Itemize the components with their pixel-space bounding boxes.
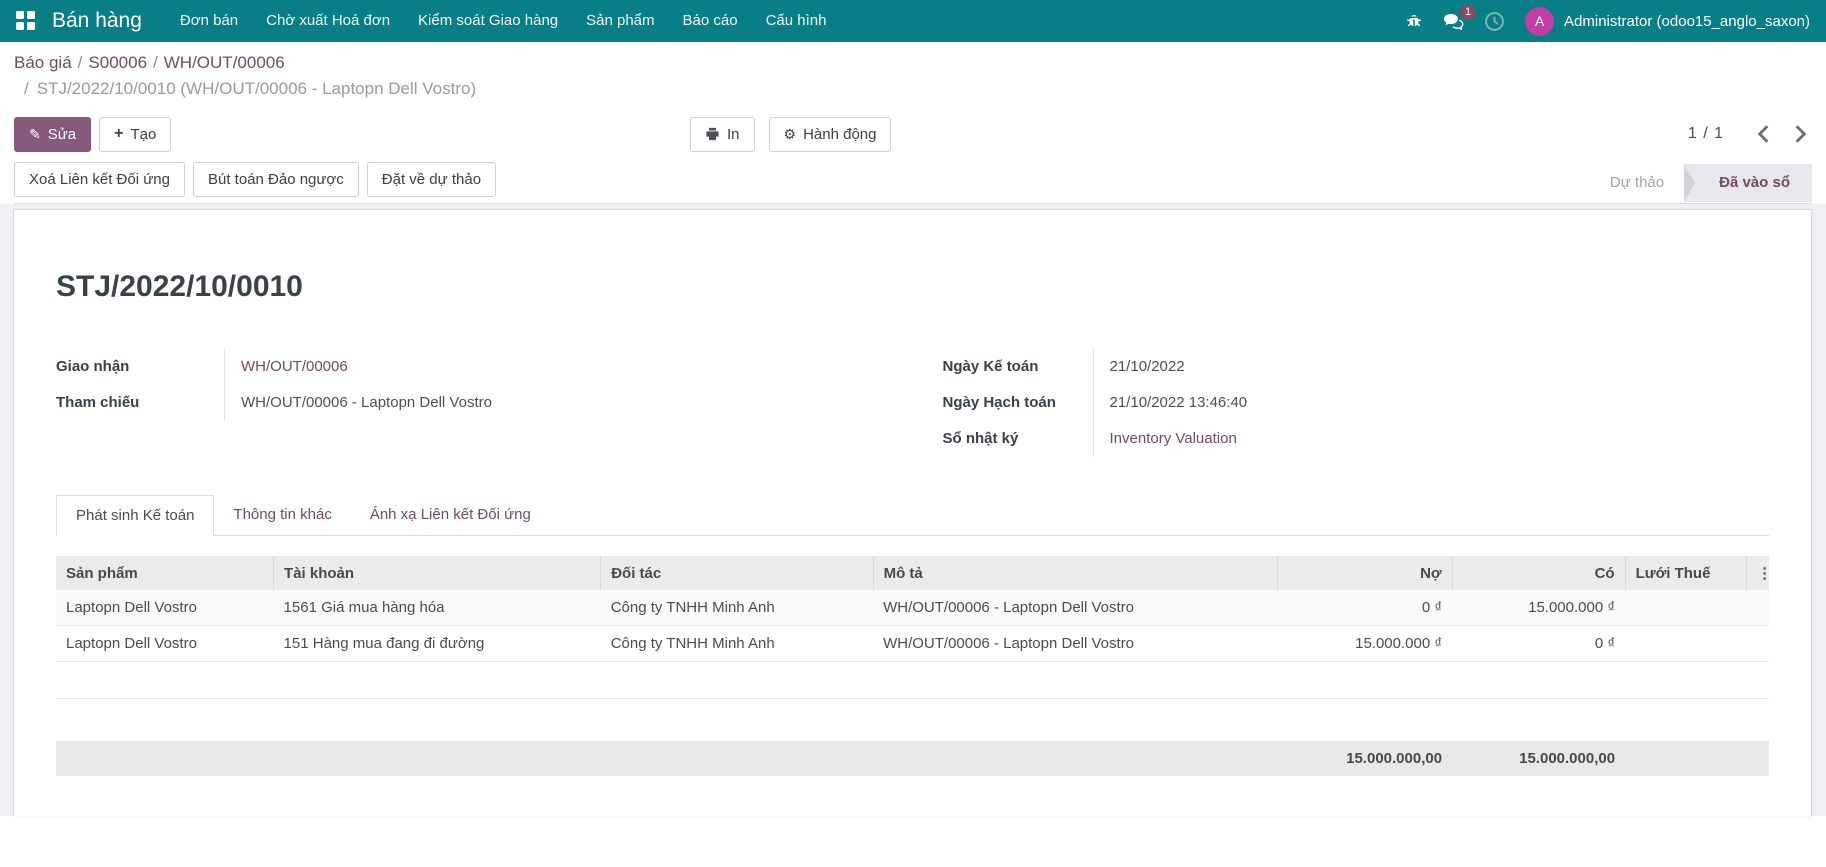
print-button[interactable]: In — [690, 117, 755, 152]
edit-button[interactable]: ✎ Sửa — [14, 117, 91, 152]
username: Administrator (odoo15_anglo_saxon) — [1564, 13, 1810, 30]
cell-debit[interactable]: 0 ₫ — [1277, 590, 1452, 626]
breadcrumb-s00006[interactable]: S00006 — [88, 53, 147, 72]
field-group-left: Giao nhận WH/OUT/00006 Tham chiếu WH/OUT… — [56, 349, 943, 457]
toolbar: ✎ Sửa + Tạo In ⚙ Hành động 1 / 1 — [14, 115, 1812, 153]
cell-product[interactable]: Laptopn Dell Vostro — [56, 590, 274, 626]
record-title: STJ/2022/10/0010 — [56, 270, 1769, 304]
value-ngay-hach-toan: 21/10/2022 13:46:40 — [1093, 385, 1770, 421]
notebook-tabs: Phát sinh Kế toán Thông tin khác Ánh xạ … — [56, 495, 1769, 536]
label-ngay-hach-toan: Ngày Hạch toán — [943, 385, 1093, 421]
cell-debit[interactable]: 15.000.000 ₫ — [1277, 626, 1452, 662]
breadcrumb: Báo giá/S00006/WH/OUT/00006 — [14, 50, 1812, 75]
status-draft[interactable]: Dự thảo — [1590, 164, 1684, 202]
journal-items-table: Sản phẩm Tài khoản Đối tác Mô tả Nợ Có L… — [56, 556, 1769, 776]
cell-account[interactable]: 1561 Giá mua hàng hóa — [274, 590, 601, 626]
totals-row: 15.000.000,00 15.000.000,00 — [56, 741, 1769, 776]
reverse-entry-button[interactable]: Bút toán Đảo ngược — [193, 162, 359, 197]
user-menu[interactable]: A Administrator (odoo15_anglo_saxon) — [1525, 7, 1810, 36]
col-luoi-thue[interactable]: Lưới Thuế — [1625, 556, 1747, 590]
value-so-nhat-ky-link[interactable]: Inventory Valuation — [1110, 430, 1237, 447]
breadcrumb-current: /STJ/2022/10/0010 (WH/OUT/00006 - Laptop… — [14, 75, 1812, 102]
apps-menu-icon[interactable] — [16, 11, 36, 31]
content-area: STJ/2022/10/0010 Giao nhận WH/OUT/00006 … — [0, 204, 1826, 816]
label-giao-nhan: Giao nhận — [56, 349, 224, 385]
total-credit: 15.000.000,00 — [1452, 741, 1625, 776]
cell-partner[interactable]: Công ty TNHH Minh Anh — [601, 590, 873, 626]
cell-account[interactable]: 151 Hàng mua đang đi đường — [274, 626, 601, 662]
pager-value: 1 / 1 — [1688, 125, 1724, 143]
col-mo-ta[interactable]: Mô tả — [873, 556, 1277, 590]
cell-partner[interactable]: Công ty TNHH Minh Anh — [601, 626, 873, 662]
avatar: A — [1525, 7, 1554, 36]
pager-next-icon[interactable] — [1789, 123, 1812, 145]
cell-description[interactable]: WH/OUT/00006 - Laptopn Dell Vostro — [873, 626, 1277, 662]
pager-previous-icon[interactable] — [1752, 123, 1775, 145]
create-button[interactable]: + Tạo — [99, 117, 171, 152]
pager: 1 / 1 — [1688, 123, 1812, 145]
optional-columns-icon[interactable]: ⋮ — [1747, 556, 1769, 590]
status-posted[interactable]: Đã vào sổ — [1695, 164, 1812, 202]
form-sheet: STJ/2022/10/0010 Giao nhận WH/OUT/00006 … — [13, 209, 1812, 816]
actions-row: Xoá Liên kết Đối ứng Bút toán Đảo ngược … — [14, 162, 1812, 204]
gear-icon: ⚙ — [784, 127, 797, 141]
total-debit: 15.000.000,00 — [1277, 741, 1452, 776]
menu-cau-hinh[interactable]: Cấu hình — [752, 0, 841, 42]
value-tham-chieu: WH/OUT/00006 - Laptopn Dell Vostro — [224, 385, 883, 421]
col-tai-khoan[interactable]: Tài khoản — [274, 556, 601, 590]
label-tham-chieu: Tham chiếu — [56, 385, 224, 421]
menu-kiem-soat-giao-hang[interactable]: Kiểm soát Giao hàng — [404, 0, 572, 42]
value-ngay-ke-toan: 21/10/2022 — [1093, 349, 1770, 385]
col-co[interactable]: Có — [1452, 556, 1625, 590]
menu-san-pham[interactable]: Sản phẩm — [572, 0, 668, 42]
table-row[interactable]: Laptopn Dell Vostro 151 Hàng mua đang đi… — [56, 626, 1769, 662]
cell-product[interactable]: Laptopn Dell Vostro — [56, 626, 274, 662]
tab-anh-xa-lien-ket[interactable]: Ánh xạ Liên kết Đối ứng — [351, 495, 550, 535]
activities-clock-icon[interactable] — [1484, 11, 1505, 32]
printer-icon — [705, 127, 720, 141]
action-button[interactable]: ⚙ Hành động — [769, 117, 892, 152]
kebab-icon: ⋮ — [1757, 564, 1759, 582]
breadcrumb-wh-out[interactable]: WH/OUT/00006 — [164, 53, 285, 72]
breadcrumb-bao-gia[interactable]: Báo giá — [14, 53, 72, 72]
tab-phat-sinh-ke-toan[interactable]: Phát sinh Kế toán — [56, 495, 214, 536]
status-bar: Dự thảo Đã vào sổ — [1590, 164, 1812, 202]
col-doi-tac[interactable]: Đối tác — [601, 556, 873, 590]
label-so-nhat-ky: Sổ nhật ký — [943, 421, 1093, 457]
reset-to-draft-button[interactable]: Đặt về dự thảo — [367, 162, 496, 197]
status-arrow-divider — [1684, 164, 1695, 202]
col-san-pham[interactable]: Sản phẩm — [56, 556, 274, 590]
menu-bao-cao[interactable]: Báo cáo — [669, 0, 752, 42]
table-spacer — [56, 699, 1769, 741]
menu-cho-xuat-hoa-don[interactable]: Chờ xuất Hoá đơn — [252, 0, 404, 42]
col-no[interactable]: Nợ — [1277, 556, 1452, 590]
table-row[interactable]: Laptopn Dell Vostro 1561 Giá mua hàng hó… — [56, 590, 1769, 626]
top-navbar: Bán hàng Đơn bán Chờ xuất Hoá đơn Kiểm s… — [0, 0, 1826, 42]
value-giao-nhan-link[interactable]: WH/OUT/00006 — [241, 358, 348, 375]
cell-tax-grid[interactable] — [1625, 590, 1747, 626]
cell-credit[interactable]: 0 ₫ — [1452, 626, 1625, 662]
field-group-right: Ngày Kế toán 21/10/2022 Ngày Hạch toán 2… — [943, 349, 1770, 457]
cell-credit[interactable]: 15.000.000 ₫ — [1452, 590, 1625, 626]
table-header-row: Sản phẩm Tài khoản Đối tác Mô tả Nợ Có L… — [56, 556, 1769, 590]
cell-tax-grid[interactable] — [1625, 626, 1747, 662]
app-brand[interactable]: Bán hàng — [52, 9, 142, 33]
control-panel: Báo giá/S00006/WH/OUT/00006 /STJ/2022/10… — [0, 42, 1826, 204]
messages-icon[interactable]: 1 — [1443, 12, 1464, 30]
tab-thong-tin-khac[interactable]: Thông tin khác — [214, 495, 350, 535]
delete-reconciliation-button[interactable]: Xoá Liên kết Đối ứng — [14, 162, 185, 197]
label-ngay-ke-toan: Ngày Kế toán — [943, 349, 1093, 385]
message-count-badge: 1 — [1460, 5, 1476, 20]
plus-icon: + — [114, 126, 123, 142]
pencil-icon: ✎ — [29, 127, 41, 141]
debug-bug-icon[interactable] — [1405, 12, 1423, 30]
menu-don-ban[interactable]: Đơn bán — [166, 0, 252, 42]
cell-description[interactable]: WH/OUT/00006 - Laptopn Dell Vostro — [873, 590, 1277, 626]
empty-table-row[interactable] — [56, 662, 1769, 699]
